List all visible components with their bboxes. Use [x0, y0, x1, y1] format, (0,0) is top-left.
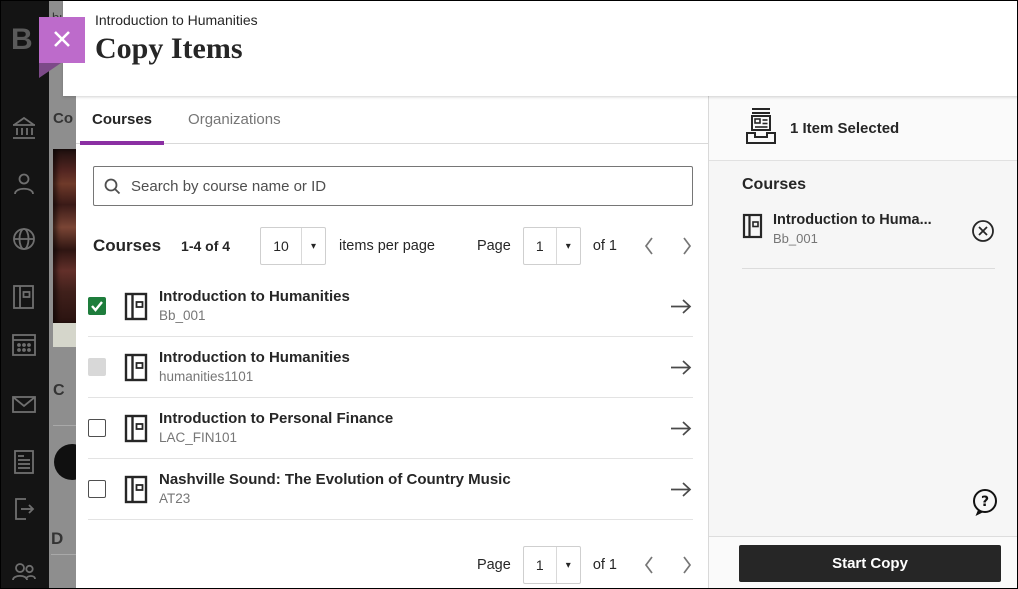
course-banner-image — [53, 149, 76, 323]
page-select[interactable]: 1 ▾ — [523, 227, 581, 265]
prev-page-button[interactable] — [617, 236, 655, 256]
course-row: Introduction to Humanities humanities110… — [88, 337, 693, 398]
selection-count: 1 Item Selected — [790, 120, 899, 137]
pagination-top: Page 1 ▾ of 1 — [477, 227, 693, 265]
courses-icon — [10, 283, 38, 311]
course-id: Bb_001 — [159, 307, 350, 325]
active-tab-underline — [80, 141, 164, 145]
selected-item: Introduction to Huma... Bb_001 — [742, 211, 995, 266]
course-title: Nashville Sound: The Evolution of Countr… — [159, 470, 511, 490]
start-copy-button[interactable]: Start Copy — [739, 545, 1001, 582]
search-box — [93, 166, 693, 206]
page-size-select[interactable]: 10 ▾ — [260, 227, 326, 265]
chevron-down-icon: ▾ — [556, 228, 580, 264]
signout-icon — [10, 495, 38, 523]
course-checkbox[interactable] — [88, 419, 106, 437]
chevron-down-icon: ▾ — [556, 547, 580, 583]
open-course-button[interactable] — [669, 481, 693, 498]
tab-organizations[interactable]: Organizations — [188, 96, 281, 144]
course-card-sliver — [53, 323, 76, 347]
grades-icon — [10, 448, 38, 476]
selection-section-title: Courses — [742, 176, 806, 194]
close-icon — [52, 29, 72, 52]
admin-icon — [10, 558, 38, 586]
divider — [53, 425, 76, 426]
collect-items-icon — [744, 107, 778, 150]
course-row: Introduction to Humanities Bb_001 — [88, 276, 693, 337]
course-picker-panel: Courses Organizations Courses 1-4 of 4 1… — [76, 96, 708, 589]
course-title: Introduction to Personal Finance — [159, 409, 393, 429]
panel-header: Introduction to Humanities Copy Items — [63, 1, 1018, 96]
course-id: LAC_FIN101 — [159, 429, 393, 447]
search-icon — [103, 177, 121, 200]
chevron-down-icon: ▾ — [301, 228, 325, 264]
svg-text:?: ? — [981, 494, 989, 510]
open-course-button[interactable] — [669, 420, 693, 437]
course-checkbox[interactable] — [88, 480, 106, 498]
divider — [742, 268, 995, 269]
clipped-heading-d: D — [51, 529, 63, 549]
calendar-icon — [10, 330, 38, 358]
next-page-button[interactable] — [655, 555, 693, 575]
course-icon — [742, 213, 763, 239]
tabbar: Courses Organizations — [76, 96, 708, 144]
copy-items-dialog: B bu Co C — [0, 0, 1018, 589]
selected-item-id: Bb_001 — [773, 230, 932, 248]
messages-icon — [10, 390, 38, 418]
tab-courses[interactable]: Courses — [92, 96, 152, 144]
blackboard-logo: B — [11, 23, 33, 57]
course-list: Introduction to Humanities Bb_001 Introd… — [88, 276, 693, 520]
selected-item-title: Introduction to Huma... — [773, 211, 932, 230]
list-header: Courses 1-4 of 4 10 ▾ items per page Pag… — [93, 226, 693, 266]
question-mark-icon: ? — [971, 488, 999, 520]
profile-icon — [10, 170, 38, 198]
next-page-button[interactable] — [655, 236, 693, 256]
course-id: humanities1101 — [159, 368, 350, 386]
prev-page-button[interactable] — [617, 555, 655, 575]
list-range: 1-4 of 4 — [181, 238, 230, 254]
institution-icon — [10, 115, 38, 143]
help-button[interactable]: ? — [971, 488, 999, 520]
page-title: Copy Items — [95, 32, 243, 66]
course-icon — [124, 353, 148, 382]
open-course-button[interactable] — [669, 298, 693, 315]
course-checkbox[interactable] — [88, 297, 106, 315]
clipped-heading-c: C — [53, 382, 65, 400]
open-course-button[interactable] — [669, 359, 693, 376]
globe-icon — [10, 225, 38, 253]
selection-summary: 1 Item Selected — [709, 96, 1018, 161]
base-nav-sidebar: B — [1, 1, 49, 589]
list-title: Courses — [93, 236, 161, 256]
selection-panel-footer: Start Copy — [709, 536, 1018, 589]
avatar — [54, 444, 76, 480]
page-select[interactable]: 1 ▾ — [523, 546, 581, 584]
course-row: Nashville Sound: The Evolution of Countr… — [88, 459, 693, 520]
remove-selected-item-button[interactable] — [971, 219, 995, 246]
course-title: Introduction to Humanities — [159, 348, 350, 368]
course-icon — [124, 292, 148, 321]
course-icon — [124, 414, 148, 443]
search-input[interactable] — [93, 166, 693, 206]
close-button-fold — [39, 63, 61, 78]
remove-circle-x-icon — [971, 219, 995, 246]
course-id: AT23 — [159, 490, 511, 508]
per-page-label: items per page — [339, 238, 435, 254]
clipped-text-courses: Co — [53, 110, 73, 127]
divider — [51, 554, 76, 555]
course-icon — [124, 475, 148, 504]
course-title: Introduction to Humanities — [159, 287, 350, 307]
selection-panel: 1 Item Selected Courses Introduction to … — [708, 96, 1018, 589]
course-row: Introduction to Personal Finance LAC_FIN… — [88, 398, 693, 459]
close-button[interactable] — [39, 17, 85, 63]
pagination-bottom: Page 1 ▾ of 1 — [477, 546, 693, 584]
course-checkbox[interactable] — [88, 358, 106, 376]
context-title: Introduction to Humanities — [95, 12, 258, 28]
